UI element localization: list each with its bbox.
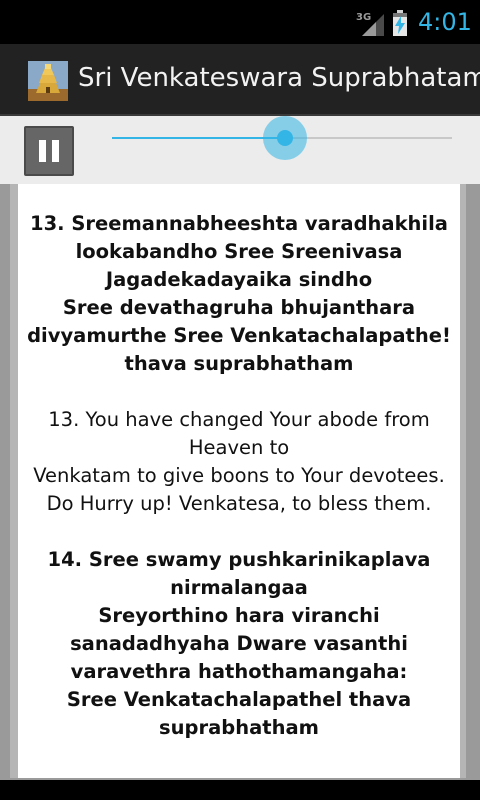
battery-charging-icon [393, 10, 407, 36]
signal-icon [362, 14, 384, 36]
temple-icon[interactable] [28, 61, 68, 101]
verse-14-line: nirmalangaa [170, 576, 308, 599]
translation-13-line: Do Hurry up! Venkatesa, to bless them. [46, 492, 432, 515]
lyrics-page: 13. Sreemannabheeshta varadhakhila looka… [18, 184, 460, 778]
verse-14-line: suprabhatham [159, 716, 319, 739]
action-bar: Sri Venkateswara Suprabhatam [0, 44, 480, 116]
pause-button[interactable] [24, 126, 74, 176]
verse-13-line: Sree devathagruha bhujanthara [62, 296, 416, 319]
verse-13-line: 13. Sreemannabheeshta varadhakhila [30, 212, 448, 235]
translation-13-line: Heaven to [188, 436, 290, 459]
verse-14-line: Sree Venkatachalapathel thava [66, 688, 412, 711]
verse-14-line: 14. Sree swamy pushkarinikaplava [47, 548, 431, 571]
clock: 4:01 [418, 8, 472, 36]
verse-14-line: varavethra hathothamangaha: [70, 660, 408, 683]
app-title: Sri Venkateswara Suprabhatam [78, 63, 480, 93]
seek-thumb[interactable] [263, 116, 307, 160]
verse-14-line: sanadadhyaha Dware vasanthi [70, 632, 408, 655]
bottom-edge [0, 780, 480, 800]
lyrics-scroll-area[interactable]: 13. Sreemannabheeshta varadhakhila looka… [0, 184, 480, 800]
verse-13-line: Jagadekadayaika sindho [105, 268, 373, 291]
verse-13-line: thava suprabhatham [124, 352, 354, 375]
status-bar: 3G 4:01 [0, 0, 480, 44]
audio-player-bar [0, 116, 480, 184]
verse-13-line: divyamurthe Sree Venkatachalapathe! [27, 324, 451, 347]
seek-progress [112, 137, 285, 139]
pause-icon [39, 140, 46, 162]
translation-13-line: 13. You have changed Your abode from [48, 408, 430, 431]
verse-13-line: lookabandho Sree Sreenivasa [75, 240, 403, 263]
translation-13-line: Venkatam to give boons to Your devotees. [33, 464, 445, 487]
verse-14-line: Sreyorthino hara viranchi [98, 604, 380, 627]
